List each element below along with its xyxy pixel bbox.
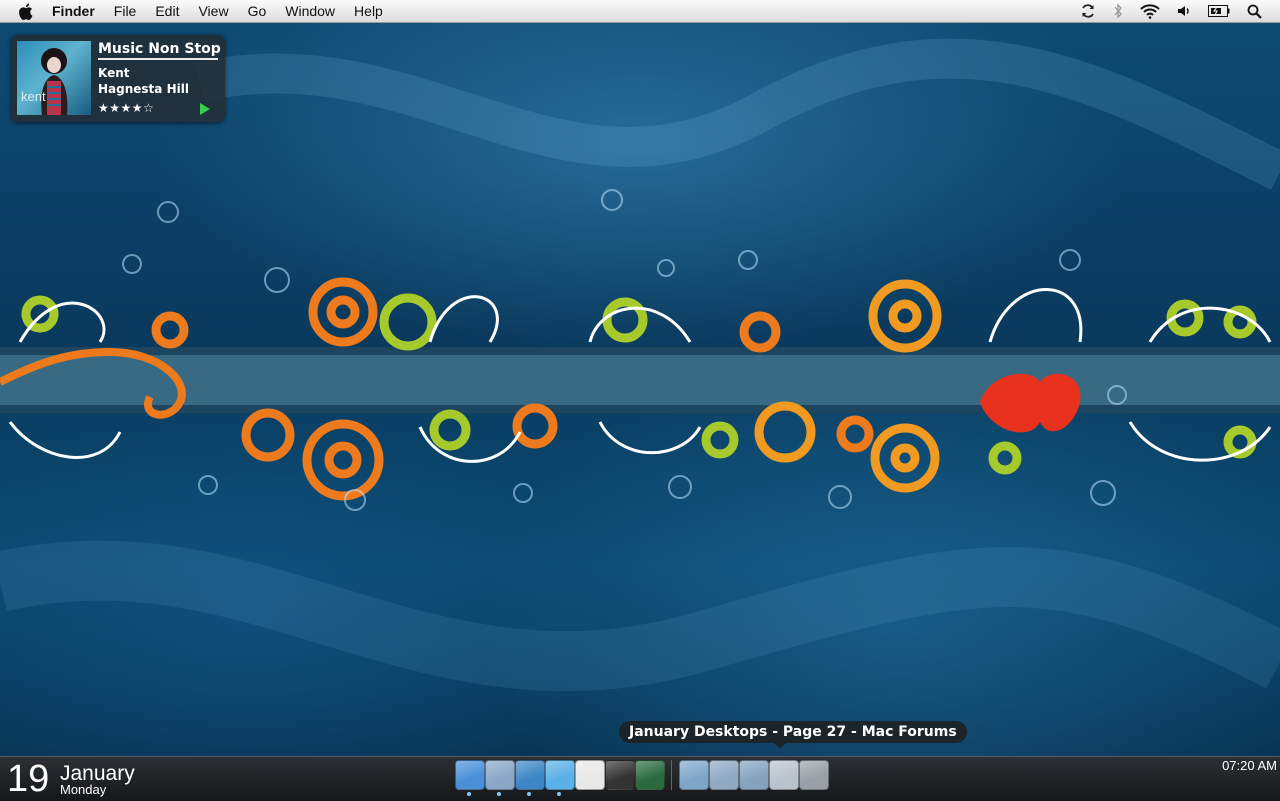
itunes-icon[interactable]	[545, 760, 575, 790]
menu-go[interactable]: Go	[248, 0, 267, 22]
date-day: 19	[7, 758, 50, 800]
documents-folder-icon[interactable]	[709, 760, 739, 790]
menu-bar: Finder File Edit View Go Window Help	[0, 0, 1280, 23]
dock-separator	[671, 760, 672, 790]
facetime-icon[interactable]	[605, 760, 635, 790]
menu-view[interactable]: View	[198, 0, 228, 22]
menu-edit[interactable]: Edit	[155, 0, 179, 22]
running-indicator	[467, 792, 471, 796]
menu-window[interactable]: Window	[285, 0, 335, 22]
status-menus	[1080, 0, 1262, 22]
clock[interactable]: 07:20 AM	[1222, 758, 1277, 773]
battery-icon[interactable]	[1208, 5, 1230, 17]
dock-tooltip: January Desktops - Page 27 - Mac Forums	[619, 721, 967, 749]
track-artist: Kent	[98, 66, 130, 80]
wifi-icon[interactable]	[1140, 3, 1160, 19]
menu-help[interactable]: Help	[354, 0, 383, 22]
track-album: Hagnesta Hill	[98, 82, 189, 96]
play-icon[interactable]	[200, 103, 210, 115]
menu-finder[interactable]: Finder	[52, 0, 95, 22]
running-indicator	[527, 792, 531, 796]
cover-text: kent	[21, 89, 46, 104]
apple-icon[interactable]	[18, 3, 36, 20]
sync-icon[interactable]	[1080, 3, 1096, 19]
volume-icon[interactable]	[1177, 4, 1191, 18]
running-indicator	[497, 792, 501, 796]
preview-icon[interactable]	[485, 760, 515, 790]
mail-stack-icon[interactable]	[769, 760, 799, 790]
now-playing-widget[interactable]: kent Music Non Stop Kent Hagnesta Hill ★…	[11, 35, 225, 122]
track-rating[interactable]: ★★★★☆	[98, 101, 154, 115]
wallpaper-art	[0, 38, 1280, 692]
album-cover[interactable]: kent	[17, 41, 91, 115]
track-title: Music Non Stop	[98, 41, 221, 60]
downloads-folder-icon[interactable]	[739, 760, 769, 790]
trash-icon[interactable]	[799, 760, 829, 790]
applications-folder-icon[interactable]	[679, 760, 709, 790]
running-indicator	[557, 792, 561, 796]
finder-icon[interactable]	[455, 760, 485, 790]
date-weekday: Monday	[60, 782, 107, 797]
menu-file[interactable]: File	[114, 0, 137, 22]
desktop-wallpaper	[0, 22, 1280, 800]
ical-icon[interactable]	[575, 760, 605, 790]
spotlight-icon[interactable]	[1247, 4, 1262, 19]
bluetooth-icon[interactable]	[1113, 3, 1123, 19]
time-machine-icon[interactable]	[635, 760, 665, 790]
safari-icon[interactable]	[515, 760, 545, 790]
